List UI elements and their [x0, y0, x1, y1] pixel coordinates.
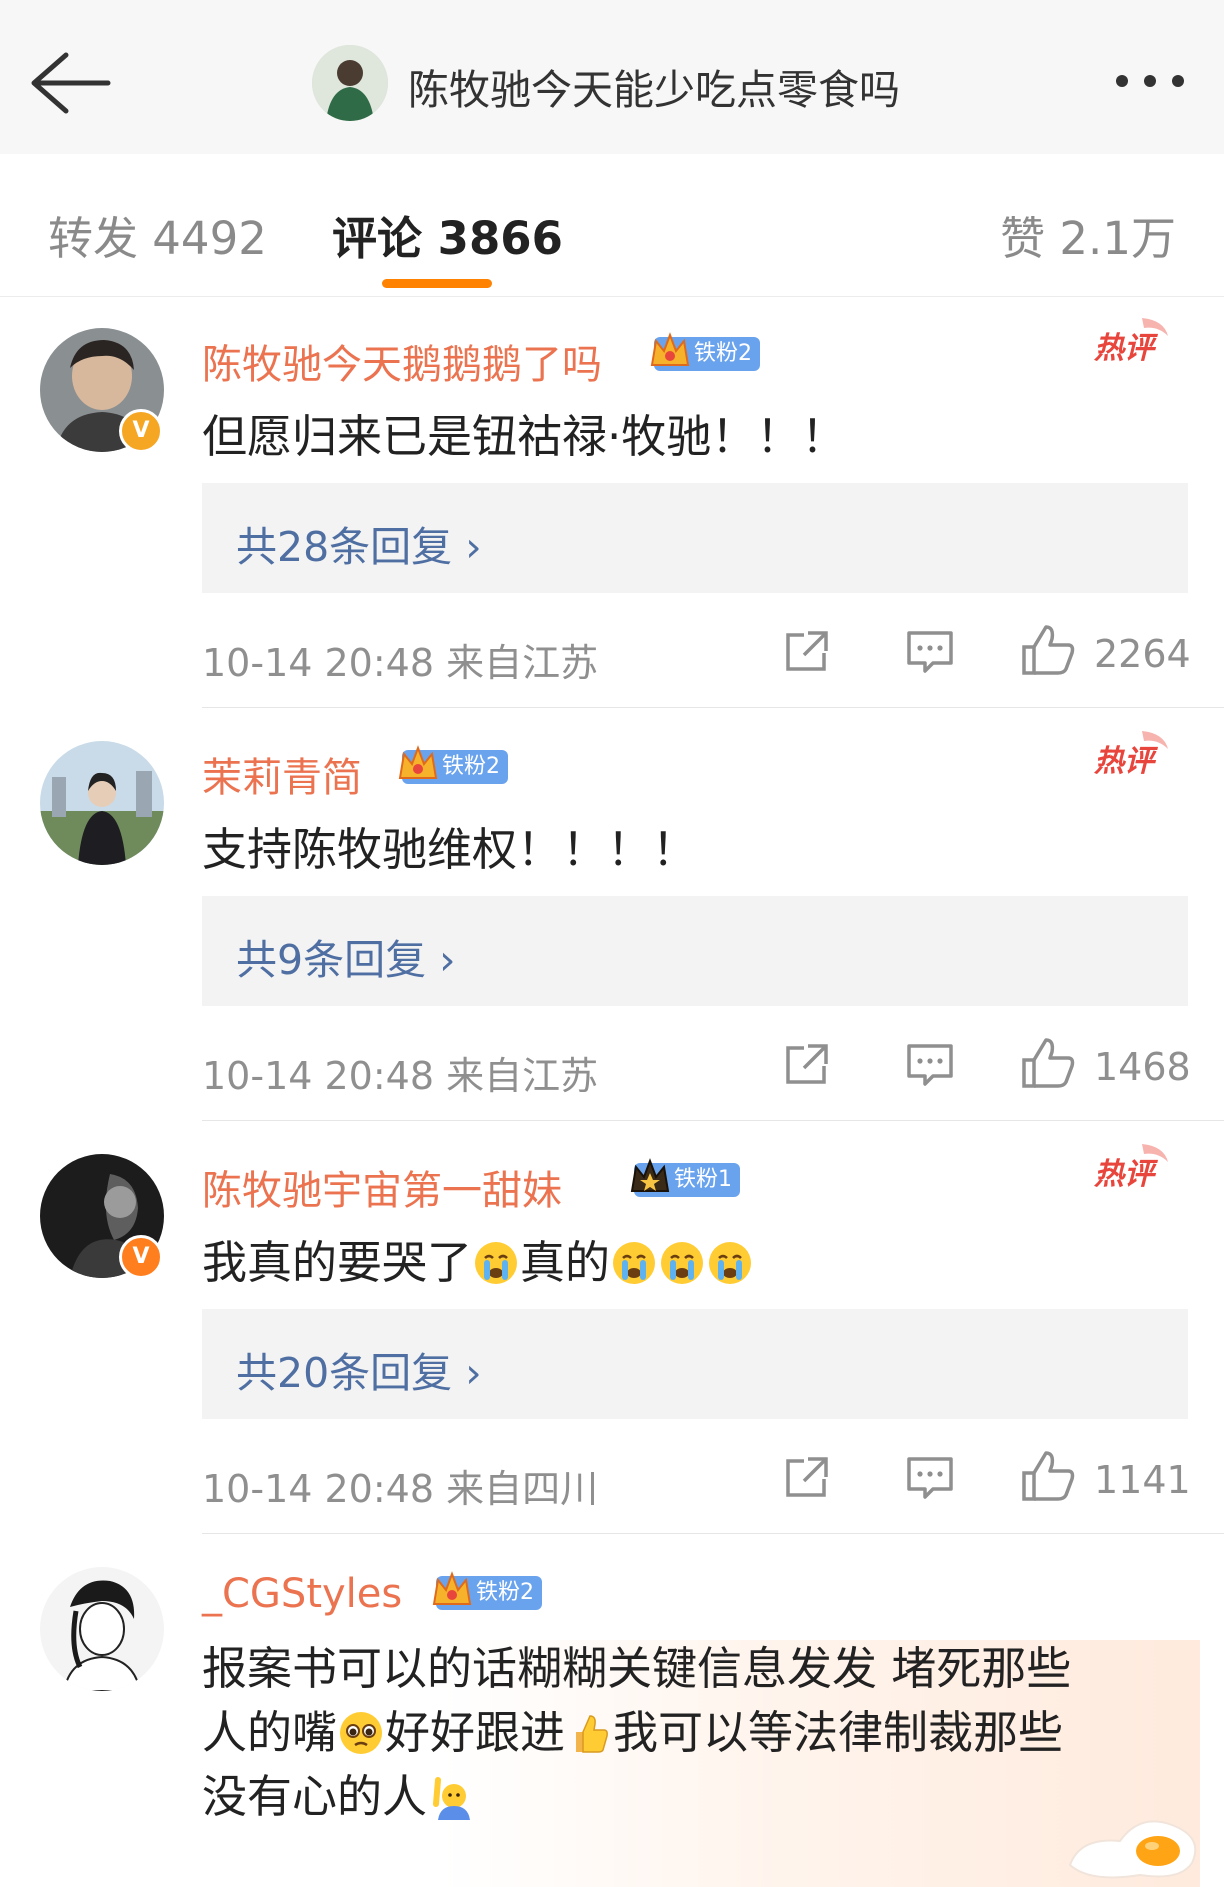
svg-text:热评: 热评: [1093, 1157, 1159, 1192]
comment-item: V 陈牧驰今天鹅鹅鹅了吗 铁粉2 热评 但愿归来已是钮祜禄·牧驰！！！ 共28条…: [0, 296, 1224, 709]
fan-badge-label: 铁粉1: [674, 1167, 732, 1192]
tab-comments[interactable]: 评论 3866: [332, 202, 563, 267]
fan-badge: 铁粉2: [432, 1571, 542, 1610]
more-options-button[interactable]: [1105, 66, 1195, 96]
reply-count-link: 共9条回复 ›: [236, 936, 456, 984]
crying-emoji-icon: [709, 1242, 752, 1284]
comment-meta: 10-14 20:48 来自江苏: [202, 1054, 599, 1098]
comment-text: 我真的要哭了 真的: [202, 1226, 754, 1291]
crying-emoji-icon: [475, 1242, 518, 1284]
fan-badge-label: 铁粉2: [694, 341, 752, 366]
like-icon[interactable]: [1020, 1449, 1076, 1503]
comment-username[interactable]: 陈牧驰宇宙第一甜妹: [202, 1158, 562, 1216]
comment-meta: 10-14 20:48 来自江苏: [202, 641, 599, 685]
hot-comment-icon: 热评: [1093, 1144, 1168, 1192]
comment-meta: 10-14 20:48 来自四川: [202, 1467, 599, 1511]
like-count: 2264: [1094, 632, 1191, 676]
comment-line: 报案书可以的话糊糊关键信息发发 堵死那些: [202, 1642, 1072, 1695]
fan-badge: 铁粉1: [630, 1158, 740, 1197]
comment-text: 支持陈牧驰维权！！！！: [202, 823, 698, 876]
view-replies-button[interactable]: 共28条回复 ›: [202, 483, 1188, 593]
tab-repost[interactable]: 转发 4492: [48, 202, 267, 267]
comment-text-part: 好好跟进: [385, 1706, 566, 1759]
crying-emoji-icon: [661, 1242, 704, 1284]
hot-comment-icon: 热评: [1093, 318, 1168, 366]
top-bar: 陈牧驰今天能少吃点零食吗: [0, 0, 1224, 155]
comment-text-part: 我可以等法律制裁那些: [613, 1706, 1064, 1759]
verified-badge-icon: V: [119, 1235, 163, 1279]
comment-text-part: 真的: [520, 1236, 611, 1289]
crying-emoji-icon: [613, 1242, 656, 1284]
avatar[interactable]: [40, 1567, 164, 1691]
fan-badge-label: 铁粉2: [442, 754, 500, 779]
reply-count-link: 共28条回复 ›: [236, 523, 482, 571]
comment-icon[interactable]: [905, 1042, 955, 1088]
thumbs-up-emoji-icon: [576, 1715, 608, 1753]
avatar[interactable]: [40, 741, 164, 865]
comment-text-part: 没有心的人: [202, 1770, 428, 1823]
fan-badge: 铁粉2: [398, 745, 508, 784]
like-icon[interactable]: [1020, 623, 1076, 677]
comment-item: _CGStyles 铁粉2 报案书可以的话糊糊关键信息发发 堵死那些 人的嘴 好好…: [0, 1535, 1224, 1887]
svg-text:热评: 热评: [1093, 331, 1159, 366]
fan-badge-label: 铁粉2: [476, 1580, 534, 1605]
page-title: 陈牧驰今天能少吃点零食吗: [408, 66, 900, 114]
crown-icon: [432, 1571, 472, 1605]
comment-text-part: 我真的要哭了: [202, 1236, 473, 1289]
comment-username[interactable]: _CGStyles: [202, 1571, 402, 1617]
share-icon[interactable]: [782, 629, 832, 675]
comment-username[interactable]: 茉莉青简: [202, 745, 362, 803]
share-icon[interactable]: [782, 1455, 832, 1501]
more-dots-icon: [1116, 75, 1184, 87]
crown-icon: [398, 745, 438, 779]
comment-text: 报案书可以的话糊糊关键信息发发 堵死那些 人的嘴 好好跟进 我可以等法律制裁那些 没…: [202, 1637, 1192, 1829]
hot-comment-icon: 热评: [1093, 731, 1168, 779]
like-count: 1141: [1094, 1458, 1191, 1502]
divider: [202, 1120, 1224, 1121]
egg-decoration-icon: [1068, 1820, 1197, 1879]
back-arrow-icon: [31, 52, 111, 114]
svg-text:热评: 热评: [1093, 744, 1159, 779]
comment-icon[interactable]: [905, 629, 955, 675]
reply-count-link: 共20条回复 ›: [236, 1349, 482, 1397]
pleading-emoji-icon: [340, 1712, 383, 1754]
like-icon[interactable]: [1020, 1036, 1076, 1090]
comment-text-part: 人的嘴: [202, 1706, 338, 1759]
comment-text: 但愿归来已是钮祜禄·牧驰！！！: [202, 410, 847, 463]
divider: [202, 707, 1224, 708]
raising-hand-emoji-icon: [433, 1777, 471, 1820]
author-avatar[interactable]: [312, 45, 388, 121]
comment-item: V 陈牧驰宇宙第一甜妹 铁粉1 热评 我真的要哭了 真的 共20条回复 › 10-…: [0, 1122, 1224, 1535]
comment-item: 茉莉青简 铁粉2 热评 支持陈牧驰维权！！！！ 共9条回复 › 10-14 20…: [0, 709, 1224, 1122]
like-count: 1468: [1094, 1045, 1191, 1089]
verified-badge-icon: V: [119, 409, 163, 453]
crown-icon: [630, 1158, 670, 1192]
fan-badge: 铁粉2: [650, 332, 760, 371]
crown-icon: [650, 332, 690, 366]
view-replies-button[interactable]: 共9条回复 ›: [202, 896, 1188, 1006]
tab-likes[interactable]: 赞 2.1万: [1000, 202, 1176, 267]
back-button[interactable]: [26, 45, 116, 120]
share-icon[interactable]: [782, 1042, 832, 1088]
active-tab-indicator: [382, 279, 492, 288]
comment-line: 没有心的人: [202, 1765, 1192, 1829]
tab-bar: 转发 4492 评论 3866 赞 2.1万: [0, 154, 1224, 297]
comment-icon[interactable]: [905, 1455, 955, 1501]
comment-line: 人的嘴 好好跟进 我可以等法律制裁那些: [202, 1701, 1192, 1765]
view-replies-button[interactable]: 共20条回复 ›: [202, 1309, 1188, 1419]
divider: [202, 1533, 1224, 1534]
comment-username[interactable]: 陈牧驰今天鹅鹅鹅了吗: [202, 332, 602, 390]
